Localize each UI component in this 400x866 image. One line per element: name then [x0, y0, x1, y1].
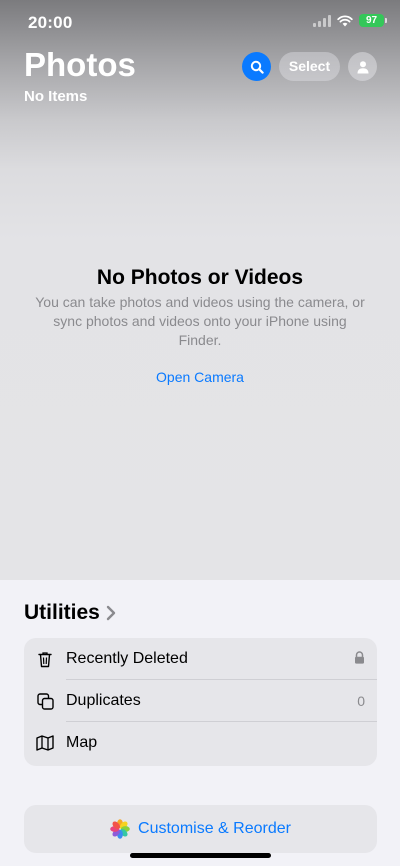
map-icon	[36, 734, 54, 752]
duplicate-icon	[36, 692, 54, 710]
profile-button[interactable]	[348, 52, 377, 81]
empty-state-message: You can take photos and videos using the…	[35, 294, 365, 348]
utility-item-duplicates[interactable]: Duplicates 0	[24, 680, 377, 722]
utility-item-label: Map	[66, 734, 98, 751]
utility-item-label: Recently Deleted	[66, 650, 188, 667]
wifi-icon	[337, 14, 353, 26]
photos-flower-icon	[110, 819, 130, 839]
person-icon	[357, 60, 368, 73]
utility-item-recently-deleted[interactable]: Recently Deleted	[24, 638, 377, 680]
search-icon	[250, 60, 264, 74]
search-button[interactable]	[242, 52, 271, 81]
page-subtitle: No Items	[24, 88, 88, 105]
utility-item-label: Duplicates	[66, 692, 141, 709]
utilities-list: Recently Deleted Duplicates 0 Map	[24, 638, 377, 766]
utility-item-map[interactable]: Map	[24, 722, 377, 764]
open-camera-link[interactable]: Open Camera	[0, 369, 400, 385]
utilities-title: Utilities	[24, 601, 100, 624]
status-time: 20:00	[28, 13, 73, 32]
select-button[interactable]: Select	[279, 52, 340, 81]
trash-icon	[36, 650, 54, 668]
photos-library-area	[0, 0, 400, 580]
customise-reorder-label: Customise & Reorder	[138, 820, 291, 837]
page-title: Photos	[24, 46, 136, 83]
cellular-signal-icon	[313, 14, 331, 27]
home-indicator[interactable]	[130, 853, 271, 858]
empty-state-title: No Photos or Videos	[96, 266, 304, 289]
status-indicators: 97	[313, 14, 387, 27]
battery-indicator: 97	[359, 14, 387, 27]
utilities-header[interactable]: Utilities	[24, 601, 116, 625]
duplicates-count: 0	[357, 693, 365, 709]
chevron-right-icon	[106, 605, 116, 621]
lock-icon	[354, 651, 365, 667]
status-bar: 20:00 97	[0, 0, 400, 46]
customise-reorder-button[interactable]: Customise & Reorder	[24, 805, 377, 853]
